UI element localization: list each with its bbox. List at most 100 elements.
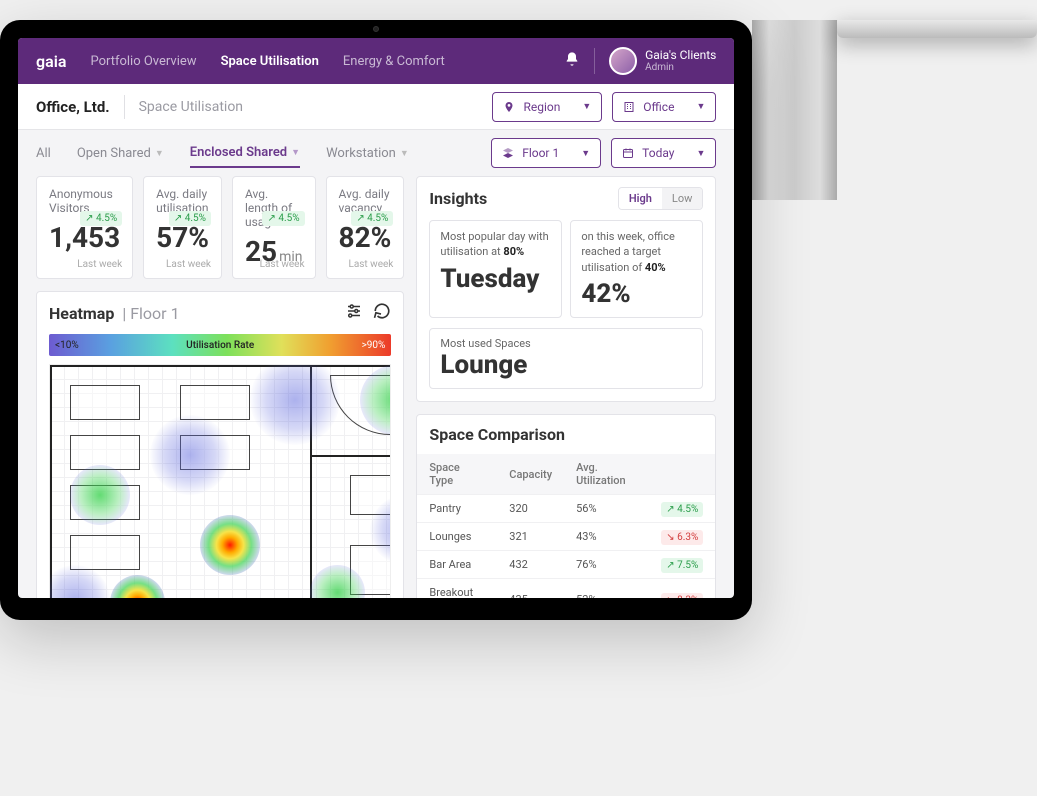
tab-label: Enclosed Shared — [190, 145, 287, 160]
monitor-stand-neck — [752, 20, 836, 200]
col-capacity[interactable]: Capacity — [497, 454, 564, 495]
cell-delta: ↗ 4.5% — [649, 495, 715, 523]
table-row[interactable]: Pantry32056%↗ 4.5% — [417, 495, 715, 523]
app-screen: gaia Portfolio Overview Space Utilisatio… — [18, 38, 734, 598]
insight-target-util: on this week, office reached a target ut… — [570, 220, 703, 318]
heatmap-legend: <10% Utilisation Rate >90% — [49, 334, 391, 356]
insight-text: Most popular day with utilisation at 80% — [440, 229, 551, 260]
toggle-high[interactable]: High — [619, 188, 662, 209]
col-space-type[interactable]: Space Type — [417, 454, 497, 495]
cell-capacity: 321 — [497, 523, 564, 551]
legend-mid: Utilisation Rate — [186, 340, 254, 351]
cell-capacity: 432 — [497, 551, 564, 579]
divider — [594, 48, 595, 74]
kpi-vacancy: Avg. daily vacancy 82% ↗ 4.5% Last week — [326, 176, 405, 279]
insight-most-used: Most used Spaces Lounge — [429, 328, 703, 389]
monitor-frame: gaia Portfolio Overview Space Utilisatio… — [0, 20, 752, 620]
nav-portfolio[interactable]: Portfolio Overview — [90, 54, 196, 69]
office-dropdown[interactable]: Office ▼ — [612, 92, 716, 122]
chevron-down-icon: ▼ — [696, 148, 705, 159]
chevron-down-icon: ▼ — [400, 148, 409, 159]
cell-type: Pantry — [417, 495, 497, 523]
refresh-icon[interactable] — [373, 302, 391, 324]
insight-label: Most used Spaces — [440, 337, 692, 350]
floorplan[interactable] — [49, 364, 391, 598]
tab-label: Open Shared — [77, 146, 151, 161]
kpi-delta: ↗ 4.5% — [80, 211, 122, 226]
space-comparison-title: Space Comparison — [417, 415, 715, 454]
insight-popular-day: Most popular day with utilisation at 80%… — [429, 220, 562, 318]
tab-workstation[interactable]: Workstation ▼ — [326, 146, 409, 161]
region-dropdown[interactable]: Region ▼ — [492, 92, 602, 122]
cell-type: Lounges — [417, 523, 497, 551]
date-dropdown[interactable]: Today ▼ — [611, 138, 716, 168]
nav-space-utilisation[interactable]: Space Utilisation — [221, 54, 319, 69]
chevron-down-icon: ▼ — [582, 101, 591, 112]
cell-util: 56% — [564, 495, 649, 523]
cell-util: 52% — [564, 579, 649, 598]
kpi-sub: Last week — [260, 259, 305, 270]
cell-util: 43% — [564, 523, 649, 551]
cell-capacity: 435 — [497, 579, 564, 598]
heatmap-title: Heatmap — [49, 304, 114, 323]
cell-type: Breakout Area — [417, 579, 497, 598]
table-row[interactable]: Breakout Area43552%↘ 8.3% — [417, 579, 715, 598]
kpi-visitors: Anonymous Visitors 1,453 ↗ 4.5% Last wee… — [36, 176, 133, 279]
space-comparison-card: Space Comparison Space Type Capacity Avg… — [416, 414, 716, 598]
kpi-sub: Last week — [348, 259, 393, 270]
calendar-icon — [622, 147, 634, 159]
insights-card: Insights High Low Most popular day with … — [416, 176, 716, 402]
sliders-icon[interactable] — [345, 302, 363, 324]
kpi-sub: Last week — [77, 259, 122, 270]
table-row[interactable]: Bar Area43276%↗ 7.5% — [417, 551, 715, 579]
bell-icon[interactable] — [564, 51, 580, 71]
chevron-down-icon: ▼ — [696, 101, 705, 112]
brand-logo[interactable]: gaia — [36, 52, 66, 71]
kpi-delta: ↗ 4.5% — [262, 211, 304, 226]
insight-value: Lounge — [440, 350, 692, 380]
date-label: Today — [642, 146, 674, 160]
tab-open-shared[interactable]: Open Shared ▼ — [77, 146, 164, 161]
org-name: Office, Ltd. — [36, 98, 110, 116]
toggle-low[interactable]: Low — [662, 188, 702, 209]
legend-low: <10% — [55, 340, 79, 351]
floor-dropdown[interactable]: Floor 1 ▼ — [491, 138, 601, 168]
content-area: Anonymous Visitors 1,453 ↗ 4.5% Last wee… — [18, 176, 734, 598]
tab-enclosed-shared[interactable]: Enclosed Shared ▼ — [190, 145, 300, 168]
user-name: Gaia's Clients — [645, 49, 716, 62]
col-delta — [649, 454, 715, 495]
pin-icon — [503, 101, 515, 113]
layers-icon — [502, 147, 514, 159]
floor-label: Floor 1 — [522, 146, 559, 160]
cell-delta: ↗ 7.5% — [649, 551, 715, 579]
subheader: Office, Ltd. Space Utilisation Region ▼ … — [18, 84, 734, 130]
nav-energy-comfort[interactable]: Energy & Comfort — [343, 54, 445, 69]
divider — [124, 95, 125, 119]
col-avg-util[interactable]: Avg. Utilization — [564, 454, 649, 495]
insight-text: on this week, office reached a target ut… — [581, 229, 692, 275]
kpi-sub: Last week — [166, 259, 211, 270]
cell-capacity: 320 — [497, 495, 564, 523]
chevron-down-icon: ▼ — [291, 147, 300, 158]
avatar — [609, 47, 637, 75]
kpi-row: Anonymous Visitors 1,453 ↗ 4.5% Last wee… — [36, 176, 404, 279]
heatmap-card: Heatmap | Floor 1 <10% Utilisation Rate … — [36, 291, 404, 598]
region-label: Region — [523, 100, 560, 114]
table-row[interactable]: Lounges32143%↘ 6.3% — [417, 523, 715, 551]
kpi-daily-util: Avg. daily utilisation 57% ↗ 4.5% Last w… — [143, 176, 222, 279]
space-comparison-table: Space Type Capacity Avg. Utilization Pan… — [417, 454, 715, 598]
chevron-down-icon: ▼ — [581, 148, 590, 159]
tab-all[interactable]: All — [36, 146, 51, 161]
insights-title: Insights — [429, 189, 487, 208]
kpi-length-usage: Avg. length of usage 25min ↗ 4.5% Last w… — [232, 176, 316, 279]
tab-label: Workstation — [326, 146, 396, 161]
insights-toggle[interactable]: High Low — [618, 187, 704, 210]
monitor-stand-base — [837, 20, 1037, 38]
topbar: gaia Portfolio Overview Space Utilisatio… — [18, 38, 734, 84]
user-menu[interactable]: Gaia's Clients Admin — [609, 47, 716, 75]
camera-dot — [373, 26, 379, 32]
cell-type: Bar Area — [417, 551, 497, 579]
insight-value: 42% — [581, 279, 692, 309]
filter-bar: All Open Shared ▼ Enclosed Shared ▼ Work… — [18, 130, 734, 176]
insight-value: Tuesday — [440, 264, 551, 294]
